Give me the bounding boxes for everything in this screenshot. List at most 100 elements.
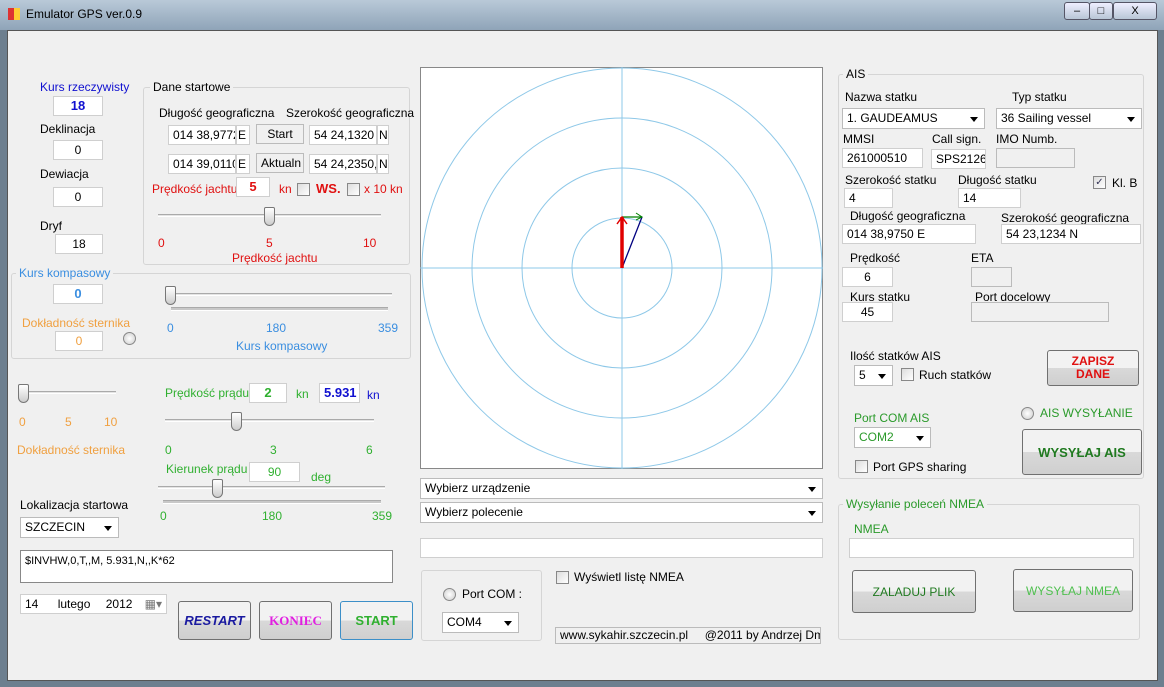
prad-mid: 3	[270, 443, 277, 457]
kierunek-pradu-field[interactable]: 90	[249, 462, 300, 482]
dlugosc-statku-field[interactable]: 14	[958, 188, 1021, 208]
kierunek-max: 359	[372, 509, 393, 523]
x10-checkbox[interactable]	[347, 183, 360, 196]
klb-label: Kl. B	[1112, 176, 1138, 190]
nmea-output-field[interactable]: $INVHW,0,T,,M, 5.931,N,,K*62	[20, 550, 393, 583]
eta-label: ETA	[971, 251, 994, 265]
predkosc-pradu-slider[interactable]	[165, 419, 374, 422]
imo-field[interactable]	[996, 148, 1075, 168]
kierunek-pradu-unit: deg	[311, 470, 332, 484]
ais-predkosc-field[interactable]: 6	[842, 267, 893, 287]
kierunek-min: 0	[160, 509, 167, 523]
szerokosc-statku-label: Szerokość statku	[845, 173, 937, 187]
imo-label: IMO Numb.	[996, 132, 1058, 146]
ais-lat-label: Szerokość geograficzna	[1001, 211, 1130, 225]
nmea-label: NMEA	[854, 522, 889, 536]
predkosc-pradu-unit: kn	[296, 387, 309, 401]
start-lon-suffix: E	[236, 125, 250, 145]
kierunek-pradu-label: Kierunek prądu	[166, 462, 248, 476]
koniec-button[interactable]: KONIEC	[259, 601, 332, 640]
kompas-max: 359	[378, 321, 399, 335]
close-button[interactable]: X	[1113, 2, 1157, 20]
aktualna-lat-field[interactable]: 54 24,2350,	[309, 154, 377, 174]
minimize-button[interactable]: ‒	[1064, 2, 1090, 20]
slider-max: 10	[363, 236, 377, 250]
port-docelowy-field[interactable]	[971, 302, 1109, 322]
sternik-slider-thumb[interactable]	[18, 384, 29, 403]
call-sign-field[interactable]: SPS2126	[931, 149, 986, 169]
mmsi-field[interactable]: 261000510	[842, 148, 923, 168]
start-lon-field[interactable]: 014 38,9772	[168, 125, 236, 145]
predkosc-pradu-field[interactable]: 2	[249, 383, 287, 403]
zaladuj-plik-button[interactable]: ZALADUJ PLIK	[852, 570, 976, 613]
szerokosc-statku-field[interactable]: 4	[844, 188, 893, 208]
predkosc-pradu-slider-thumb[interactable]	[231, 412, 242, 431]
typ-statku-dropdown[interactable]: 36 Sailing vessel	[996, 108, 1142, 129]
kurs-rzeczywisty-field[interactable]: 18	[53, 96, 103, 116]
dokladnosc-sternika-field[interactable]: 0	[55, 331, 103, 351]
restart-button[interactable]: RESTART	[178, 601, 251, 640]
deklinacja-field[interactable]: 0	[53, 140, 103, 160]
kierunek-pradu-slider[interactable]	[158, 486, 385, 489]
slider-mid: 5	[266, 236, 273, 250]
nazwa-statku-dropdown[interactable]: 1. GAUDEAMUS	[842, 108, 985, 129]
start-button[interactable]: Start	[256, 124, 304, 144]
deklinacja-label: Deklinacja	[40, 122, 96, 136]
klb-checkbox[interactable]: ✓	[1093, 176, 1106, 189]
wysylaj-ais-button[interactable]: WYSYŁAJ AIS	[1022, 429, 1142, 475]
kurs-kompasowy-field[interactable]: 0	[53, 284, 103, 304]
gps-sharing-label: Port GPS sharing	[873, 460, 967, 474]
title-bar	[0, 0, 1164, 30]
ais-lon-label: Długość geograficzna	[850, 209, 966, 223]
command-field[interactable]	[420, 538, 823, 558]
mmsi-label: MMSI	[843, 132, 875, 146]
wysylaj-nmea-button[interactable]: WYSYŁAJ NMEA	[1013, 569, 1133, 612]
ais-lon-field[interactable]: 014 38,9750 E	[842, 224, 976, 244]
date-month: lutego	[57, 597, 91, 611]
predkosc-jachtu-field[interactable]: 5	[236, 177, 270, 197]
kurs-statku-field[interactable]: 45	[842, 302, 893, 322]
lokalizacja-dropdown[interactable]: SZCZECIN	[20, 517, 119, 538]
aktualna-lon-field[interactable]: 014 39,0110,	[168, 154, 236, 174]
kurs-kompasowy-slider-label: Kurs kompasowy	[236, 339, 328, 353]
start-lat-field[interactable]: 54 24,1320	[309, 125, 377, 145]
slider-min: 0	[158, 236, 165, 250]
predkosc-jachtu-label: Prędkość jachtu	[152, 182, 238, 196]
ws-checkbox[interactable]	[297, 183, 310, 196]
start-app-button[interactable]: START	[340, 601, 413, 640]
dewiacja-field[interactable]: 0	[53, 187, 103, 207]
ais-wysylanie-radio[interactable]	[1021, 407, 1034, 420]
sternik-slider[interactable]	[18, 391, 116, 394]
date-picker[interactable]: 14 lutego 2012 ▦▾	[20, 594, 167, 614]
ilosc-statkow-dropdown[interactable]: 5	[854, 365, 893, 386]
ruch-statkow-label: Ruch statków	[919, 368, 992, 382]
nmea-input[interactable]	[849, 538, 1134, 558]
port-com-dropdown[interactable]: COM4	[442, 612, 519, 633]
port-com-ais-dropdown[interactable]: COM2	[854, 427, 931, 448]
footer-credits: www.sykahir.szczecin.pl @2011 by Andrzej…	[555, 627, 821, 644]
polecenie-dropdown[interactable]: Wybierz polecenie	[420, 502, 823, 523]
eta-field[interactable]	[971, 267, 1012, 287]
ais-lat-field[interactable]: 54 23,1234 N	[1001, 224, 1141, 244]
predkosc-jachtu-slider-thumb[interactable]	[264, 207, 275, 226]
calendar-icon[interactable]: ▦▾	[145, 595, 162, 613]
gps-sharing-checkbox[interactable]	[855, 460, 868, 473]
zapisz-dane-button[interactable]: ZAPISZ DANE	[1047, 350, 1139, 386]
ruch-statkow-checkbox[interactable]	[901, 368, 914, 381]
kierunek-pradu-slider-thumb[interactable]	[212, 479, 224, 498]
sternik-min: 0	[19, 415, 26, 429]
predkosc-jachtu-slider-label: Prędkość jachtu	[232, 251, 318, 265]
ais-wysylanie-label: AIS WYSYŁANIE	[1040, 406, 1133, 420]
maximize-button[interactable]: □	[1089, 2, 1113, 20]
date-year: 2012	[105, 597, 133, 611]
kurs-kompasowy-slider-thumb[interactable]	[165, 286, 176, 305]
dlugosc-label: Długość geograficzna	[159, 106, 275, 120]
port-com-radio[interactable]	[443, 588, 456, 601]
dryf-field[interactable]: 18	[55, 234, 103, 254]
aktualna-label: Aktualn	[256, 153, 304, 173]
kurs-kompasowy-slider[interactable]	[165, 293, 392, 296]
wyswietl-nmea-checkbox[interactable]	[556, 571, 569, 584]
kompas-radio[interactable]	[123, 332, 136, 345]
predkosc-wynikowa-field: 5.931	[319, 383, 360, 403]
urzadzenie-dropdown[interactable]: Wybierz urządzenie	[420, 478, 823, 499]
